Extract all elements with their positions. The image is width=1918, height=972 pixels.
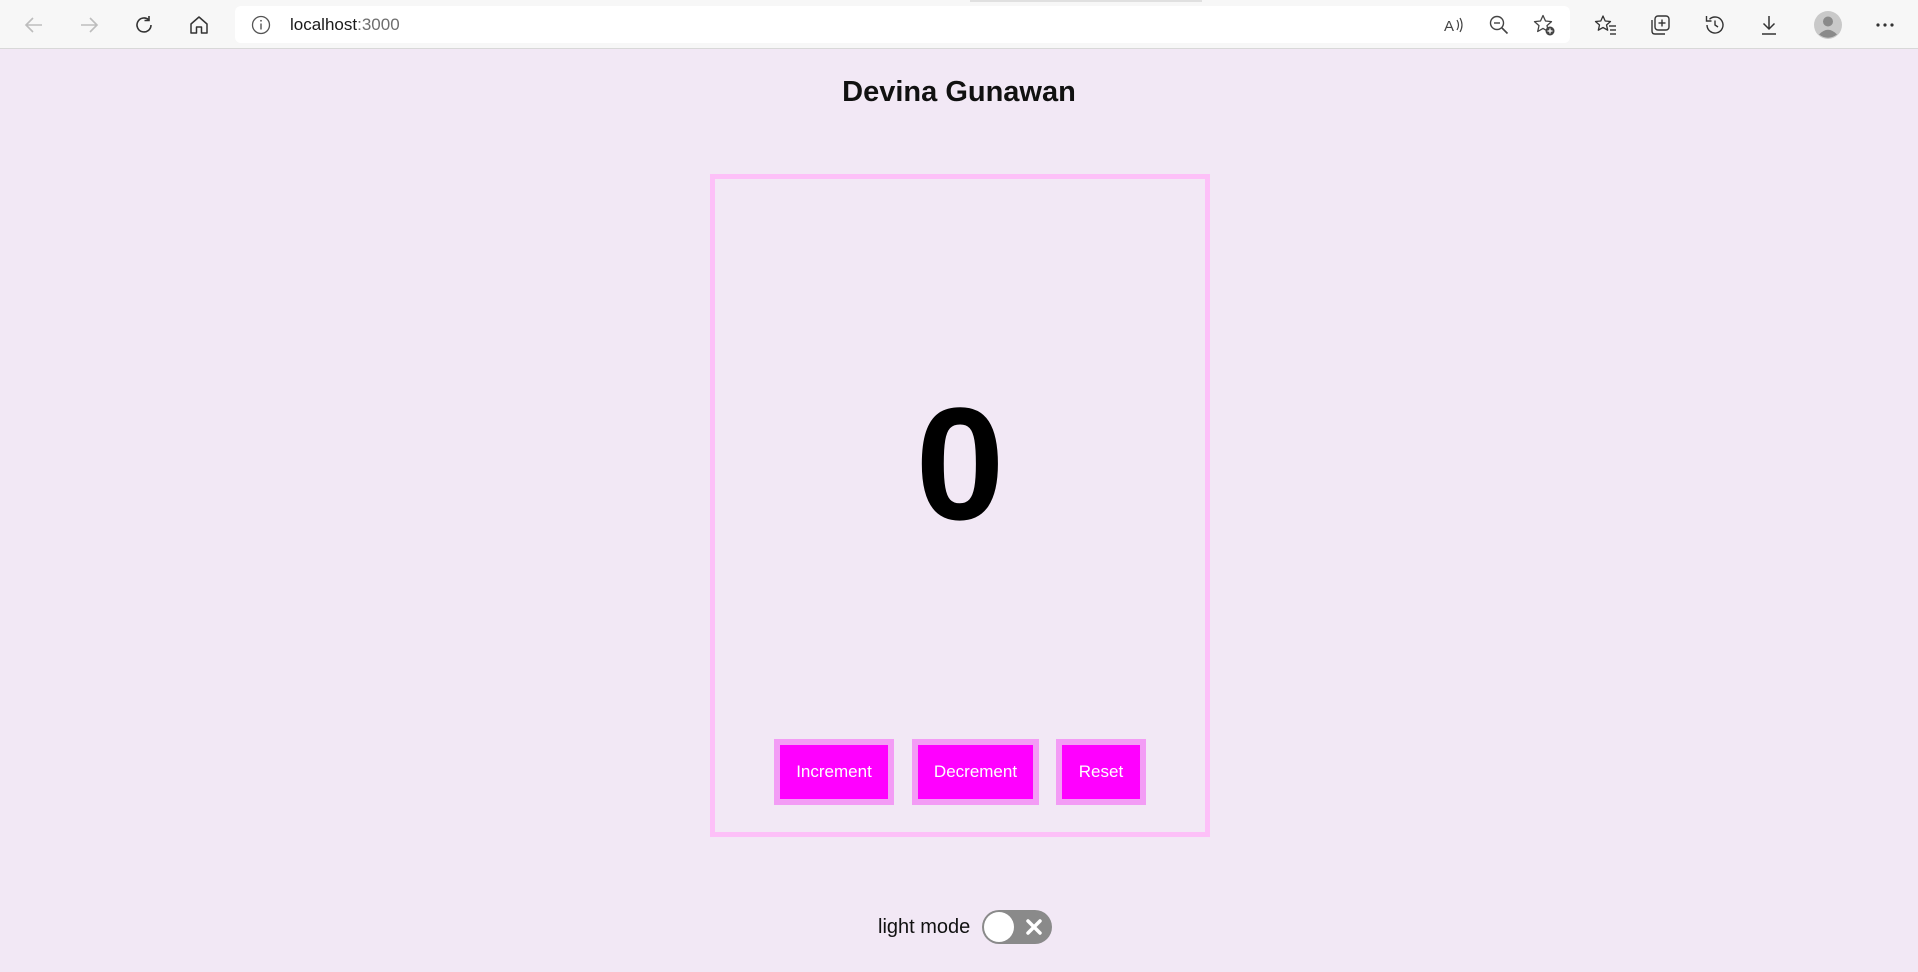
collections-icon (1651, 15, 1670, 35)
home-icon (190, 16, 208, 34)
tab-indicator (970, 0, 1202, 2)
back-arrow-icon (24, 17, 42, 33)
reset-button[interactable]: Reset (1056, 739, 1146, 805)
favorites-button[interactable] (1588, 7, 1624, 43)
add-favorite-button[interactable] (1532, 13, 1556, 37)
counter-value: 0 (915, 374, 1005, 553)
url-host: localhost (290, 15, 358, 34)
url-text[interactable]: localhost:3000 (290, 15, 400, 35)
browser-toolbar: localhost:3000 A (0, 0, 1918, 49)
url-port: :3000 (357, 15, 400, 34)
read-aloud-icon: A (1444, 17, 1463, 35)
profile-button[interactable] (1810, 7, 1846, 43)
theme-mode-label: light mode (878, 915, 971, 938)
download-icon (1762, 16, 1776, 35)
close-icon (1026, 919, 1043, 935)
zoom-button[interactable] (1487, 13, 1511, 37)
history-button[interactable] (1697, 7, 1733, 43)
increment-button[interactable]: Increment (774, 739, 894, 805)
svg-text:A: A (1444, 18, 1454, 35)
forward-arrow-icon (81, 17, 99, 33)
info-icon[interactable] (251, 15, 271, 35)
add-favorite-icon (1533, 14, 1555, 36)
theme-toggle-switch[interactable] (982, 910, 1053, 944)
read-aloud-button[interactable]: A (1442, 13, 1466, 37)
counter-card: 0 Increment Decrement Reset (710, 174, 1210, 837)
refresh-button[interactable] (126, 7, 162, 43)
toggle-knob[interactable] (984, 912, 1015, 942)
collections-button[interactable] (1642, 7, 1678, 43)
more-icon (1876, 23, 1894, 27)
zoom-out-icon (1489, 15, 1509, 35)
home-button[interactable] (181, 7, 217, 43)
back-button[interactable] (16, 7, 52, 43)
decrement-button[interactable]: Decrement (912, 739, 1039, 805)
forward-button[interactable] (71, 7, 107, 43)
page-title: Devina Gunawan (842, 76, 1076, 108)
history-icon (1705, 16, 1724, 34)
favorites-icon (1594, 15, 1616, 35)
page-content: Devina Gunawan 0 Increment Decrement Res… (0, 49, 1918, 972)
refresh-icon (136, 16, 152, 33)
more-button[interactable] (1867, 7, 1903, 43)
downloads-button[interactable] (1751, 7, 1787, 43)
theme-toggle-row: light mode (878, 910, 1053, 944)
profile-avatar (1814, 11, 1842, 39)
address-bar[interactable]: localhost:3000 A (235, 6, 1570, 43)
